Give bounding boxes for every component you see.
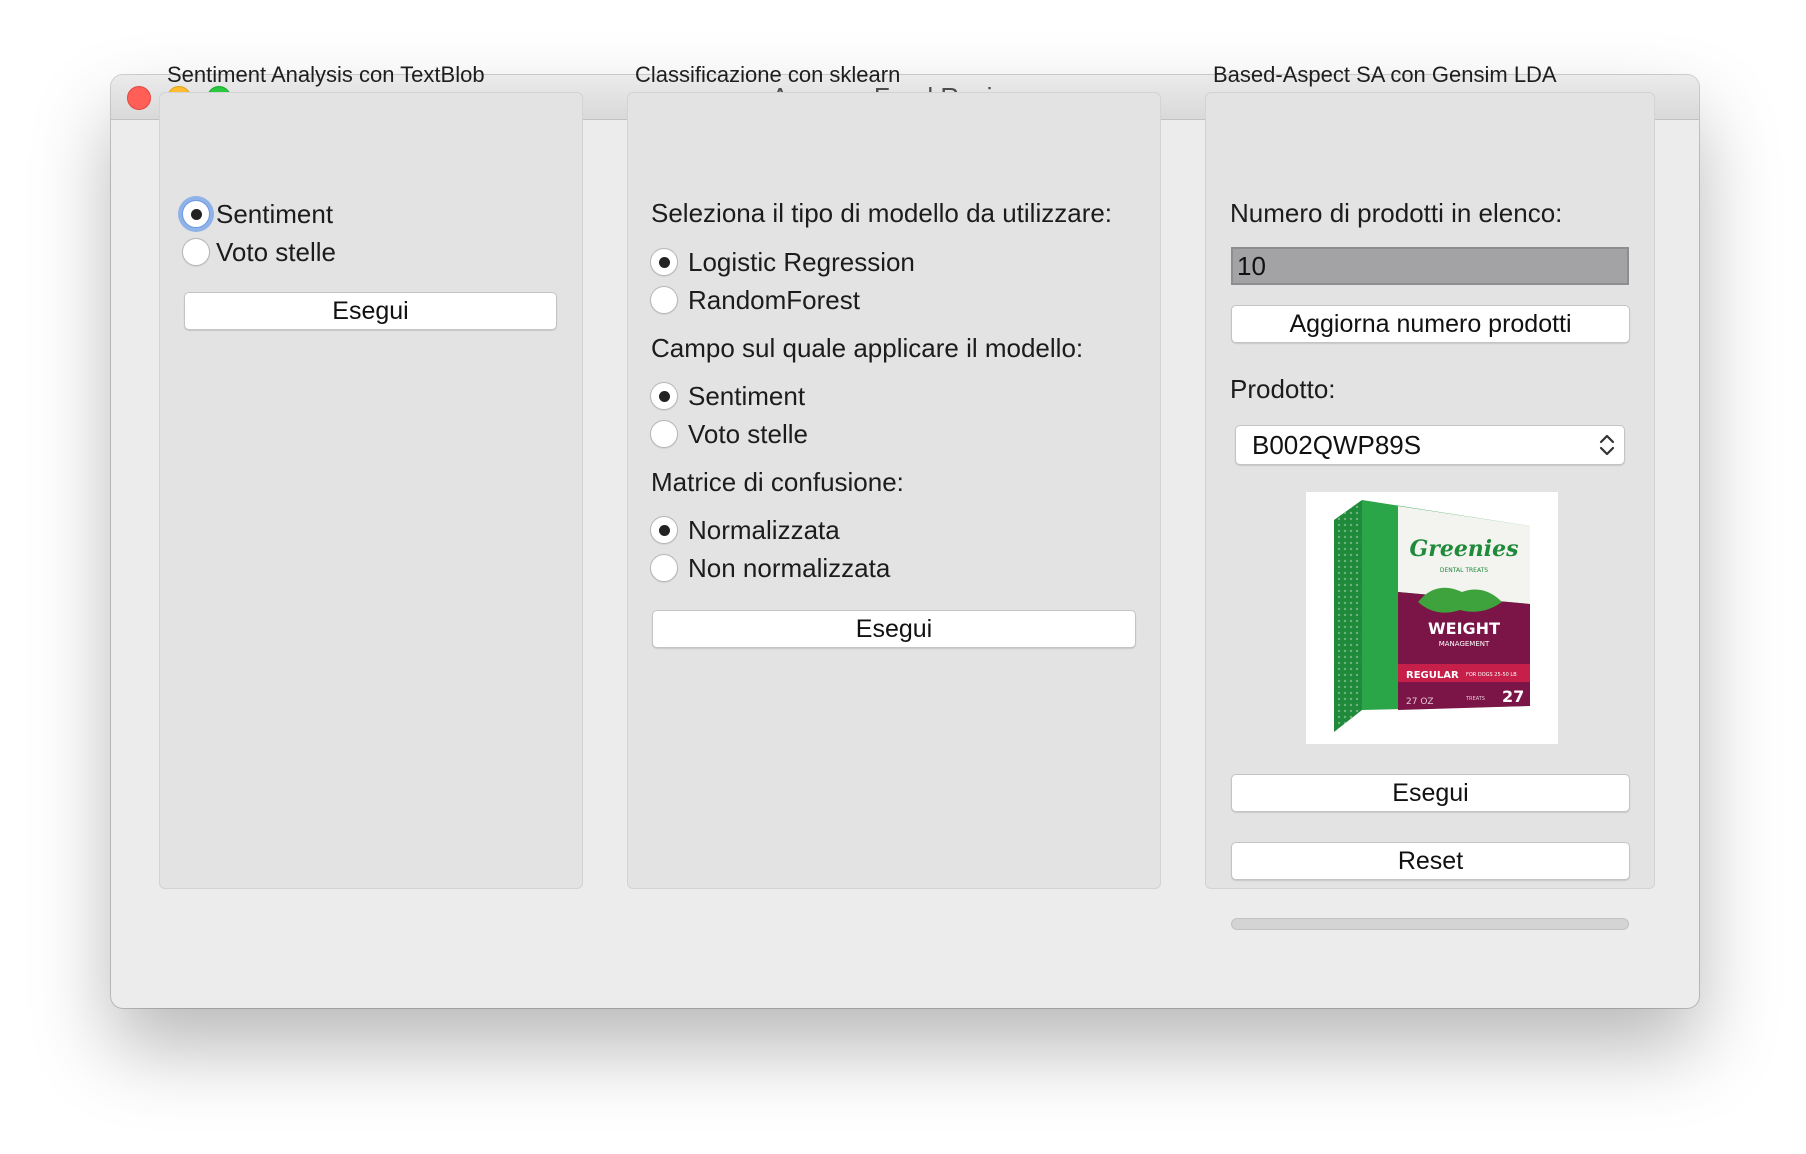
textblob-radio-sentiment[interactable]: Sentiment <box>182 196 333 232</box>
radio-label: Voto stelle <box>688 418 808 449</box>
confusion-matrix-prompt: Matrice di confusione: <box>651 467 904 497</box>
product-count-prompt: Numero di prodotti in elenco: <box>1230 198 1563 228</box>
matrix-radio-non-normalizzata[interactable]: Non normalizzata <box>650 550 890 586</box>
radio-label: Non normalizzata <box>688 552 891 583</box>
reset-button[interactable]: Reset <box>1231 842 1630 880</box>
radio-label: Logistic Regression <box>688 246 915 277</box>
radio-indicator <box>182 200 210 228</box>
sklearn-run-button[interactable]: Esegui <box>652 610 1136 648</box>
field-radio-sentiment[interactable]: Sentiment <box>650 378 805 414</box>
radio-indicator <box>650 516 678 544</box>
model-radio-logistic-regression[interactable]: Logistic Regression <box>650 244 915 280</box>
lda-run-button[interactable]: Esegui <box>1231 774 1630 812</box>
field-prompt: Campo sul quale applicare il modello: <box>651 333 1084 363</box>
textblob-run-button[interactable]: Esegui <box>184 292 557 330</box>
product-count-note-text: TREATS <box>1465 696 1485 702</box>
product-image: Greenies DENTAL TREATS WEIGHT MANAGEMENT… <box>1306 492 1558 744</box>
model-type-prompt: Seleziona il tipo di modello da utilizza… <box>651 198 1113 228</box>
product-label: Prodotto: <box>1230 374 1336 404</box>
product-count-text: 27 <box>1502 687 1524 706</box>
chevron-up-down-icon <box>1599 434 1615 456</box>
product-box-illustration: Greenies DENTAL TREATS WEIGHT MANAGEMENT… <box>1306 492 1558 744</box>
sklearn-group-label: Classificazione con sklearn <box>635 62 901 87</box>
textblob-radio-voto-stelle[interactable]: Voto stelle <box>182 234 336 270</box>
product-subtitle-text: DENTAL TREATS <box>1440 567 1488 574</box>
radio-indicator <box>650 248 678 276</box>
radio-label: Normalizzata <box>688 514 840 545</box>
lda-progress-bar <box>1231 918 1629 930</box>
textblob-group-label: Sentiment Analysis con TextBlob <box>167 62 485 87</box>
product-count-input[interactable]: 10 <box>1231 247 1629 285</box>
radio-indicator <box>650 420 678 448</box>
radio-label: Voto stelle <box>216 236 336 267</box>
product-line1-text: WEIGHT <box>1428 619 1500 638</box>
radio-indicator <box>650 554 678 582</box>
product-select-value: B002QWP89S <box>1252 430 1422 460</box>
product-brand-text: Greenies <box>1409 536 1518 562</box>
product-weight-text: 27 OZ <box>1406 697 1434 707</box>
product-line2-text: MANAGEMENT <box>1439 640 1490 648</box>
field-radio-voto-stelle[interactable]: Voto stelle <box>650 416 808 452</box>
product-select[interactable]: B002QWP89S <box>1235 425 1625 465</box>
radio-label: Sentiment <box>216 198 334 229</box>
radio-indicator <box>650 286 678 314</box>
product-size-text: REGULAR <box>1406 670 1459 681</box>
update-product-count-button[interactable]: Aggiorna numero prodotti <box>1231 305 1630 343</box>
model-radio-randomforest[interactable]: RandomForest <box>650 282 860 318</box>
lda-group-label: Based-Aspect SA con Gensim LDA <box>1213 62 1557 87</box>
radio-label: Sentiment <box>688 380 806 411</box>
radio-indicator <box>650 382 678 410</box>
radio-indicator <box>182 238 210 266</box>
radio-label: RandomForest <box>688 284 860 315</box>
product-size-note-text: FOR DOGS 25-50 LB <box>1466 672 1517 678</box>
matrix-radio-normalizzata[interactable]: Normalizzata <box>650 512 840 548</box>
